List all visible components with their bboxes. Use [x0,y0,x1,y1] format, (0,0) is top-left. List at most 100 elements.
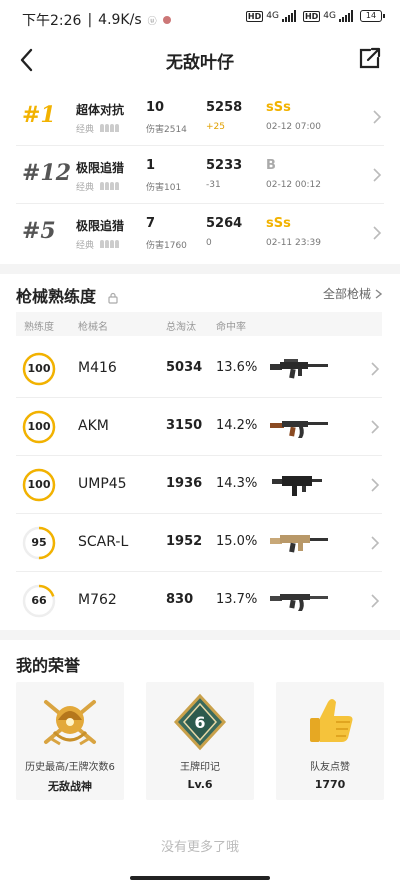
signal-icon-2 [339,10,353,22]
match-row[interactable]: #1 超体对抗 经典 10 伤害2514 5258 +25 sSs 02-12 … [16,88,384,146]
honor-value: 1770 [314,778,346,791]
match-submode: 经典 [76,183,95,193]
weapon-accuracy: 14.2% [216,418,258,433]
match-damage: 伤害1760 [146,241,187,251]
weapon-kills: 830 [166,592,194,607]
match-submode: 经典 [76,241,95,251]
lock-icon [107,292,118,304]
weapons-section-title: 枪械熟练度 [16,283,118,307]
match-kills: 7 [146,216,156,231]
honor-card[interactable]: 历史最高/王牌次数6 无敌战神 [16,682,124,800]
weapon-accuracy: 14.3% [216,476,258,491]
war-god-badge-icon [44,700,96,746]
ace-mark-icon: 6 [173,693,227,751]
match-score: 5264 [206,216,243,231]
column-header: 命中率 [216,322,246,333]
match-time: 02-11 23:39 [266,238,321,248]
battery-icon: 14 [360,10,385,22]
match-grade: sSs [266,216,291,231]
weapon-row[interactable]: 100 UMP45 1936 14.3% [16,456,382,514]
weapon-name: SCAR-L [78,534,129,550]
match-score: 5258 [206,100,243,115]
chevron-right-icon [371,478,380,492]
honor-label: 队友点赞 [310,762,350,773]
section-divider [0,264,400,274]
weapon-name: M762 [78,592,117,608]
mastery-ring: 95 [22,526,56,560]
thumbs-up-icon [310,699,353,742]
match-score-delta: 0 [206,238,212,248]
mastery-ring: 100 [22,468,56,502]
weapon-accuracy: 13.6% [216,360,258,375]
match-rank: #12 [22,160,72,186]
weapon-row[interactable]: 95 SCAR-L 1952 15.0% [16,514,382,572]
mastery-ring: 66 [22,584,56,618]
signal-icon [281,10,296,22]
match-row[interactable]: #5 极限追猎 经典 7 伤害1760 5264 0 sSs 02-11 23:… [16,204,384,262]
weapon-accuracy: 15.0% [216,534,258,549]
weapon-kills: 5034 [166,360,203,375]
honor-value: Lv.6 [187,778,213,791]
match-row[interactable]: #12 极限追猎 经典 1 伤害101 5233 -31 B 02-12 00:… [16,146,384,204]
match-time: 02-12 00:12 [266,180,321,190]
chevron-right-icon [371,420,380,434]
honors-cards: 历史最高/王牌次数6 无敌战神 6 王牌印记 Lv.6 队友点赞 1770 [16,682,384,800]
honor-label: 王牌印记 [180,762,220,773]
mastery-level: 100 [27,478,51,491]
match-score: 5233 [206,158,243,173]
match-grade: sSs [266,100,291,115]
team-members-icon [100,124,122,132]
honor-value: 无敌战神 [48,780,92,793]
column-header: 熟练度 [24,322,54,333]
column-header: 枪械名 [78,322,108,333]
mastery-level: 100 [27,362,51,375]
scar-l-rifle-icon [270,535,328,553]
status-bar: 下午2:26 | 4.9K/s ⓤ HD 4G HD 4G 14 [0,0,400,36]
match-kills: 10 [146,100,165,115]
weapon-accuracy: 13.7% [216,592,258,607]
app-notification-icon: ⓤ [147,16,157,27]
chevron-right-icon [373,226,382,240]
weapon-name: UMP45 [78,476,127,492]
weapon-row[interactable]: 100 AKM 3150 14.2% [16,398,382,456]
match-score-delta: -31 [206,180,221,190]
page-title: 无敌叶仔 [166,53,234,73]
weapon-kills: 3150 [166,418,203,433]
status-time: 下午2:26 [22,13,82,29]
network-type-1: 4G [266,11,279,21]
akm-rifle-icon [270,421,328,438]
network-speed: 4.9K/s [98,12,142,28]
match-submode: 经典 [76,125,95,135]
chevron-right-icon [375,288,382,299]
share-icon[interactable] [356,44,384,72]
match-mode: 极限追猎 [76,161,125,175]
section-divider [0,630,400,640]
recent-matches-list: #1 超体对抗 经典 10 伤害2514 5258 +25 sSs 02-12 … [0,88,400,262]
m762-rifle-icon [270,594,328,611]
mastery-level: 95 [31,536,47,549]
chevron-right-icon [373,110,382,124]
mastery-level: 100 [27,420,51,433]
match-damage: 伤害2514 [146,125,187,135]
hd-icon-2: HD [302,10,321,22]
honors-section-title: 我的荣誉 [16,656,81,675]
weapons-table-header: 熟练度 枪械名 总淘汰 命中率 [16,312,382,336]
match-rank: #5 [22,218,56,244]
hd-icon: HD [245,10,264,22]
weapon-row[interactable]: 66 M762 830 13.7% [16,572,382,630]
weapon-row[interactable]: 100 M416 5034 13.6% [16,340,382,398]
match-kills: 1 [146,158,156,173]
weapon-name: M416 [78,360,117,376]
all-weapons-link[interactable]: 全部枪械 [323,285,382,302]
home-indicator[interactable] [130,876,270,880]
weapon-kills: 1936 [166,476,203,491]
honor-card[interactable]: 6 王牌印记 Lv.6 [146,682,254,800]
honor-card[interactable]: 队友点赞 1770 [276,682,384,800]
match-damage: 伤害101 [146,183,182,193]
ump45-smg-icon [272,476,322,496]
team-members-icon [100,182,122,190]
column-header: 总淘汰 [166,322,196,333]
weapon-name: AKM [78,418,109,434]
chevron-right-icon [371,362,380,376]
chevron-right-icon [371,594,380,608]
